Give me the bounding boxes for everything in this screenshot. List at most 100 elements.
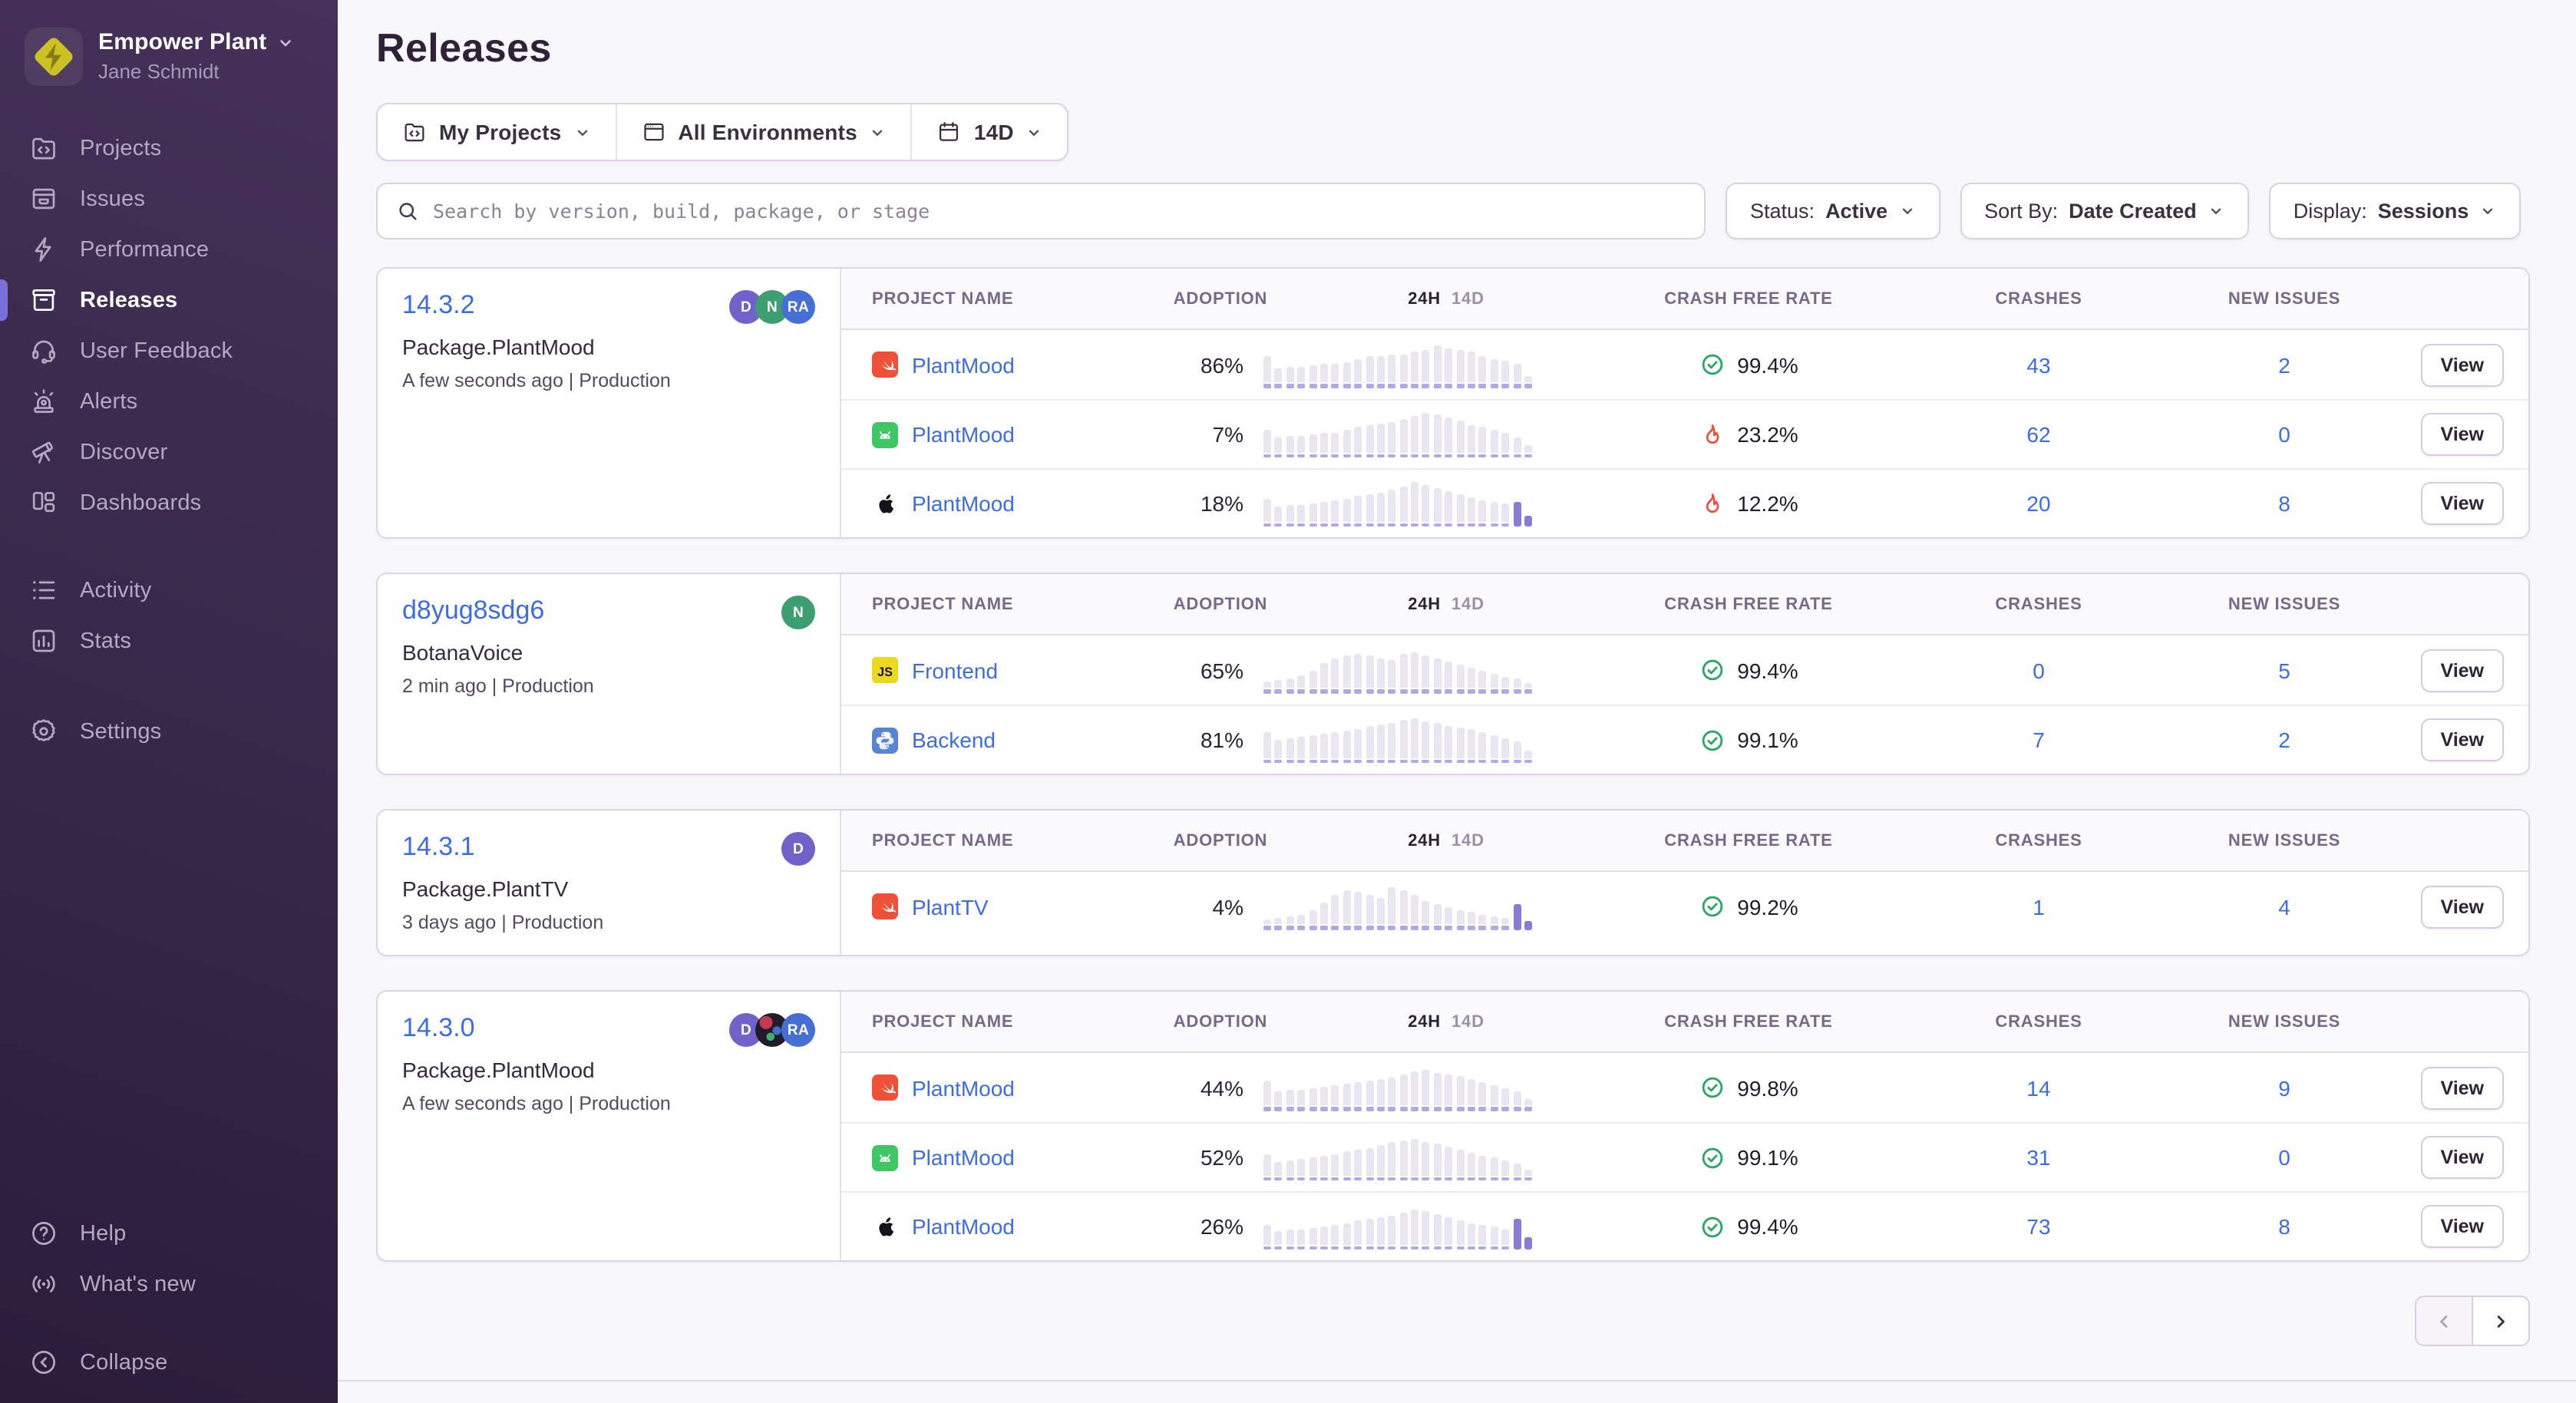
toggle-14d[interactable]: 14D <box>1451 1012 1485 1031</box>
col-new-issues: NEW ISSUES <box>2162 289 2407 308</box>
avatar: RA <box>781 290 815 324</box>
org-switcher[interactable]: Empower Plant Jane Schmidt <box>0 21 338 86</box>
status-dropdown[interactable]: Status: Active <box>1726 183 1940 239</box>
table-header-row: PROJECT NAME ADOPTION 24H 14D CRASH FREE… <box>841 574 2528 635</box>
page-filter-bar: My Projects All Environments 14D <box>376 103 1069 161</box>
sidebar-item-releases[interactable]: Releases <box>0 275 338 325</box>
release-version-link[interactable]: 14.3.0 <box>402 1013 475 1044</box>
status-label: Status: <box>1750 200 1815 223</box>
project-link[interactable]: PlantMood <box>912 1145 1015 1170</box>
project-link[interactable]: Frontend <box>912 658 998 682</box>
sidebar-nav-primary: Projects Issues Performance Releases Use… <box>0 123 338 528</box>
new-issues-link[interactable]: 2 <box>2278 352 2290 377</box>
view-button[interactable]: View <box>2420 885 2504 928</box>
crashes-link[interactable]: 62 <box>2026 422 2050 447</box>
sidebar-item-performance[interactable]: Performance <box>0 224 338 275</box>
environment-filter-dropdown[interactable]: All Environments <box>615 104 910 160</box>
adoption-value: 86% <box>1148 352 1243 377</box>
view-button[interactable]: View <box>2420 718 2504 761</box>
date-range-dropdown[interactable]: 14D <box>911 104 1068 160</box>
crash-free-value: 99.4% <box>1737 352 1798 377</box>
toggle-14d[interactable]: 14D <box>1451 289 1485 308</box>
sidebar-item-stats[interactable]: Stats <box>0 616 338 666</box>
new-issues-link[interactable]: 2 <box>2278 728 2290 752</box>
new-issues-link[interactable]: 8 <box>2278 491 2290 516</box>
crashes-link[interactable]: 43 <box>2026 352 2050 377</box>
crashes-link[interactable]: 31 <box>2026 1145 2050 1170</box>
col-project-name: PROJECT NAME <box>841 289 1148 308</box>
view-button[interactable]: View <box>2420 482 2504 525</box>
chevron-down-icon <box>573 124 590 140</box>
project-link[interactable]: PlantMood <box>912 1075 1015 1100</box>
toggle-14d[interactable]: 14D <box>1451 595 1485 613</box>
view-button[interactable]: View <box>2420 1136 2504 1179</box>
adoption-sparkline <box>1243 1134 1581 1180</box>
new-issues-link[interactable]: 9 <box>2278 1075 2290 1100</box>
release-version-link[interactable]: d8yug8sdg6 <box>402 596 544 626</box>
pagination-prev-button[interactable] <box>2415 1296 2473 1346</box>
sidebar-item-whats-new[interactable]: What's new <box>0 1259 338 1309</box>
toggle-24h[interactable]: 24H <box>1408 595 1441 613</box>
new-issues-link[interactable]: 5 <box>2278 658 2290 682</box>
crashes-link[interactable]: 1 <box>2033 894 2045 919</box>
project-link[interactable]: PlantMood <box>912 1214 1015 1239</box>
sort-by-dropdown[interactable]: Sort By: Date Created <box>1960 183 2249 239</box>
new-issues-link[interactable]: 8 <box>2278 1214 2290 1239</box>
display-dropdown[interactable]: Display: Sessions <box>2269 183 2522 239</box>
pagination-next-button[interactable] <box>2472 1296 2530 1346</box>
toggle-24h[interactable]: 24H <box>1408 1012 1441 1031</box>
release-version-link[interactable]: 14.3.1 <box>402 832 475 863</box>
view-button[interactable]: View <box>2420 1066 2504 1109</box>
release-card: 14.3.0 DRA Package.PlantMood A few secon… <box>376 990 2530 1262</box>
crashes-link[interactable]: 73 <box>2026 1214 2050 1239</box>
toggle-14d[interactable]: 14D <box>1451 831 1485 850</box>
sidebar-item-projects[interactable]: Projects <box>0 123 338 173</box>
col-adoption: ADOPTION <box>1173 289 1268 308</box>
sidebar-item-label: Help <box>80 1221 126 1246</box>
sidebar-item-label: Dashboards <box>80 490 201 515</box>
new-issues-link[interactable]: 4 <box>2278 894 2290 919</box>
new-issues-link[interactable]: 0 <box>2278 1145 2290 1170</box>
sidebar-item-help[interactable]: Help <box>0 1208 338 1259</box>
view-button[interactable]: View <box>2420 343 2504 386</box>
release-version-link[interactable]: 14.3.2 <box>402 290 475 321</box>
search-input[interactable] <box>433 184 1686 238</box>
sidebar-item-label: Activity <box>80 578 151 602</box>
gear-icon <box>29 716 60 747</box>
col-new-issues: NEW ISSUES <box>2162 831 2407 850</box>
project-link[interactable]: PlantMood <box>912 352 1015 377</box>
android-icon <box>872 421 898 447</box>
sidebar-item-activity[interactable]: Activity <box>0 565 338 616</box>
project-link[interactable]: PlantMood <box>912 422 1015 447</box>
sidebar-item-issues[interactable]: Issues <box>0 173 338 224</box>
adoption-value: 4% <box>1148 894 1243 919</box>
check-circle-icon <box>1699 893 1725 919</box>
adoption-value: 52% <box>1148 1145 1243 1170</box>
avatar-group: DNRA <box>729 290 815 324</box>
crashes-link[interactable]: 20 <box>2026 491 2050 516</box>
sidebar-item-collapse[interactable]: Collapse <box>0 1337 338 1388</box>
sidebar-item-discover[interactable]: Discover <box>0 427 338 477</box>
crashes-link[interactable]: 14 <box>2026 1075 2050 1100</box>
project-link[interactable]: Backend <box>912 728 996 752</box>
release-card: 14.3.2 DNRA Package.PlantMood A few seco… <box>376 267 2530 539</box>
col-crashes: CRASHES <box>1916 289 2162 308</box>
sidebar-item-alerts[interactable]: Alerts <box>0 376 338 427</box>
sidebar-item-settings[interactable]: Settings <box>0 706 338 757</box>
view-button[interactable]: View <box>2420 413 2504 456</box>
view-button[interactable]: View <box>2420 649 2504 692</box>
project-link[interactable]: PlantMood <box>912 491 1015 516</box>
window-icon <box>641 120 665 144</box>
sidebar-item-label: Settings <box>80 719 161 744</box>
toggle-24h[interactable]: 24H <box>1408 831 1441 850</box>
crashes-link[interactable]: 0 <box>2033 658 2045 682</box>
sidebar-item-user-feedback[interactable]: User Feedback <box>0 325 338 376</box>
sidebar-item-dashboards[interactable]: Dashboards <box>0 477 338 528</box>
search-box <box>376 183 1706 239</box>
project-filter-dropdown[interactable]: My Projects <box>378 104 615 160</box>
view-button[interactable]: View <box>2420 1205 2504 1248</box>
project-link[interactable]: PlantTV <box>912 894 989 919</box>
toggle-24h[interactable]: 24H <box>1408 289 1441 308</box>
new-issues-link[interactable]: 0 <box>2278 422 2290 447</box>
crashes-link[interactable]: 7 <box>2033 728 2045 752</box>
